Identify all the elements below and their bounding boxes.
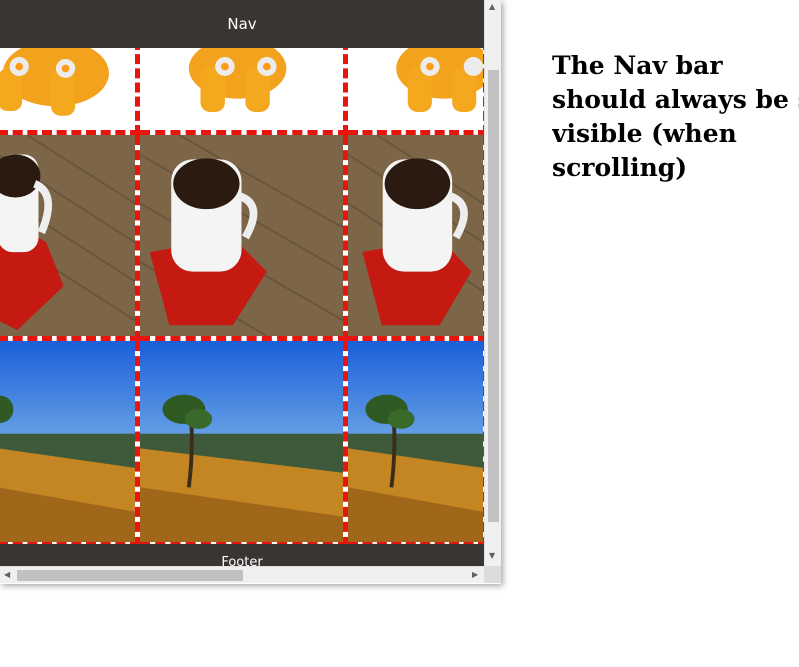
scroll-right-arrow-icon[interactable]: ▶ <box>472 571 478 579</box>
grid-image-toy <box>140 48 348 135</box>
grid-image-tree-landscape <box>348 341 484 544</box>
horizontal-scroll-thumb[interactable] <box>17 570 243 581</box>
scroll-left-arrow-icon[interactable]: ◀ <box>4 571 10 579</box>
note-line: visible (when <box>552 119 737 148</box>
vertical-scrollbar[interactable]: ▲ ▼ <box>484 0 501 566</box>
grid-image-toy <box>348 48 484 135</box>
note-line: should always be s <box>552 85 799 114</box>
image-grid <box>0 48 484 544</box>
footer-label: Footer <box>221 555 263 566</box>
grid-image-coffee-cup <box>0 135 140 341</box>
horizontal-scrollbar[interactable]: ◀ ▶ <box>0 566 484 583</box>
grid-image-tree-landscape <box>140 341 348 544</box>
instruction-note: The Nav bar should always be s visible (… <box>552 49 799 185</box>
scroll-down-arrow-icon[interactable]: ▼ <box>489 552 495 560</box>
note-line: The Nav bar <box>552 51 723 80</box>
footer-bar: Footer <box>0 544 484 566</box>
scrollbar-corner <box>484 566 501 583</box>
scroll-up-arrow-icon[interactable]: ▲ <box>489 3 495 11</box>
nav-label: Nav <box>227 15 257 33</box>
grid-image-toy <box>0 48 140 135</box>
vertical-scroll-thumb[interactable] <box>488 70 499 522</box>
grid-image-coffee-cup <box>140 135 348 341</box>
note-line: scrolling) <box>552 153 688 182</box>
nav-bar: Nav <box>0 0 484 48</box>
browser-window: Nav Footer ▲ ▼ ◀ ▶ <box>0 0 501 584</box>
grid-image-coffee-cup <box>348 135 484 341</box>
grid-image-tree-landscape <box>0 341 140 544</box>
